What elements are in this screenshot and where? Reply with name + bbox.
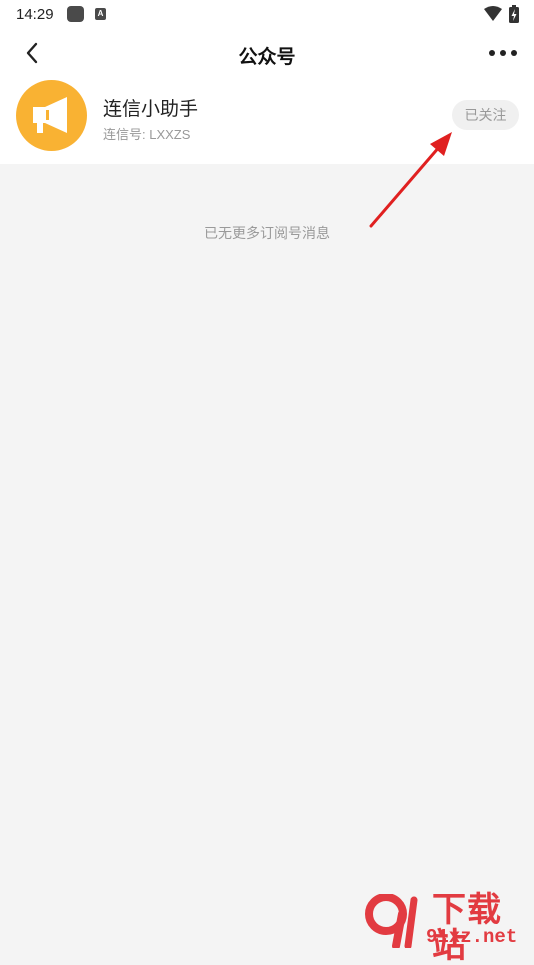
more-icon [489,50,517,56]
more-button[interactable] [488,46,518,60]
watermark-logo-icon [365,894,418,948]
notification-app-icon [67,6,84,22]
follow-status-button[interactable]: 已关注 [452,100,519,130]
account-name: 连信小助手 [103,99,199,120]
avatar [16,80,87,151]
account-id: 连信号: LXXZS [103,127,191,142]
megaphone-icon [33,97,67,133]
notification-a-icon: A [95,8,106,20]
page-title: 公众号 [238,47,296,68]
annotation-arrow-icon [369,132,452,228]
watermark-site: 91xz.net [426,926,518,948]
status-time: 14:29 [16,6,54,23]
battery-icon [509,5,519,28]
header-bar: 公众号 [0,28,534,78]
wifi-icon [484,6,502,27]
status-bar: 14:29 A [0,0,534,28]
